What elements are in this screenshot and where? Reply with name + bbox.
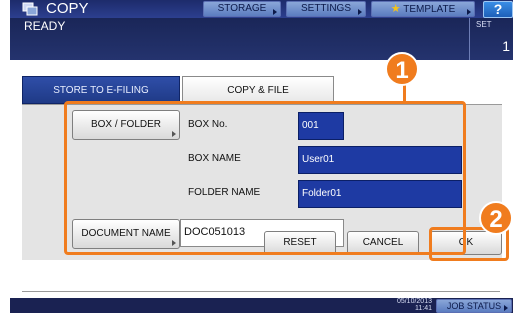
top-bar: COPY STORAGE SETTINGS ★ TEMPLATE ? — [10, 0, 513, 18]
status-bar: READY SET 1 — [10, 18, 513, 60]
set-counter: SET 1 — [469, 18, 513, 60]
template-button[interactable]: ★ TEMPLATE — [371, 1, 475, 17]
set-value: 1 — [502, 38, 510, 54]
date-text: 05/10/2013 — [396, 298, 432, 305]
job-status-label: JOB STATUS — [446, 301, 502, 311]
storage-label: STORAGE — [217, 3, 267, 14]
tab-store-to-e-filing[interactable]: STORE TO E-FILING — [22, 76, 180, 104]
footer-bar: 05/10/2013 11:41 JOB STATUS — [10, 298, 513, 313]
chevron-right-icon — [467, 9, 471, 15]
job-status-button[interactable]: JOB STATUS — [436, 299, 512, 313]
star-icon: ★ — [390, 3, 401, 15]
chevron-right-icon — [273, 9, 277, 15]
callout-1: 1 — [385, 52, 419, 86]
callout-2: 2 — [479, 201, 513, 235]
divider — [22, 291, 500, 292]
settings-button[interactable]: SETTINGS — [286, 1, 366, 17]
app-title: COPY — [46, 0, 89, 17]
set-label: SET — [476, 20, 492, 29]
tab-copy-and-file[interactable]: COPY & FILE — [182, 76, 334, 104]
datetime: 05/10/2013 11:41 — [370, 298, 432, 312]
storage-button[interactable]: STORAGE — [203, 1, 281, 17]
time-text: 11:41 — [415, 305, 432, 312]
chevron-right-icon — [358, 9, 362, 15]
status-text: READY — [24, 19, 66, 33]
highlight-frame-1 — [64, 101, 466, 255]
help-button[interactable]: ? — [483, 1, 513, 18]
chevron-right-icon — [504, 305, 508, 311]
copy-icon — [22, 2, 38, 16]
template-label: TEMPLATE — [403, 4, 456, 15]
settings-label: SETTINGS — [300, 3, 351, 14]
